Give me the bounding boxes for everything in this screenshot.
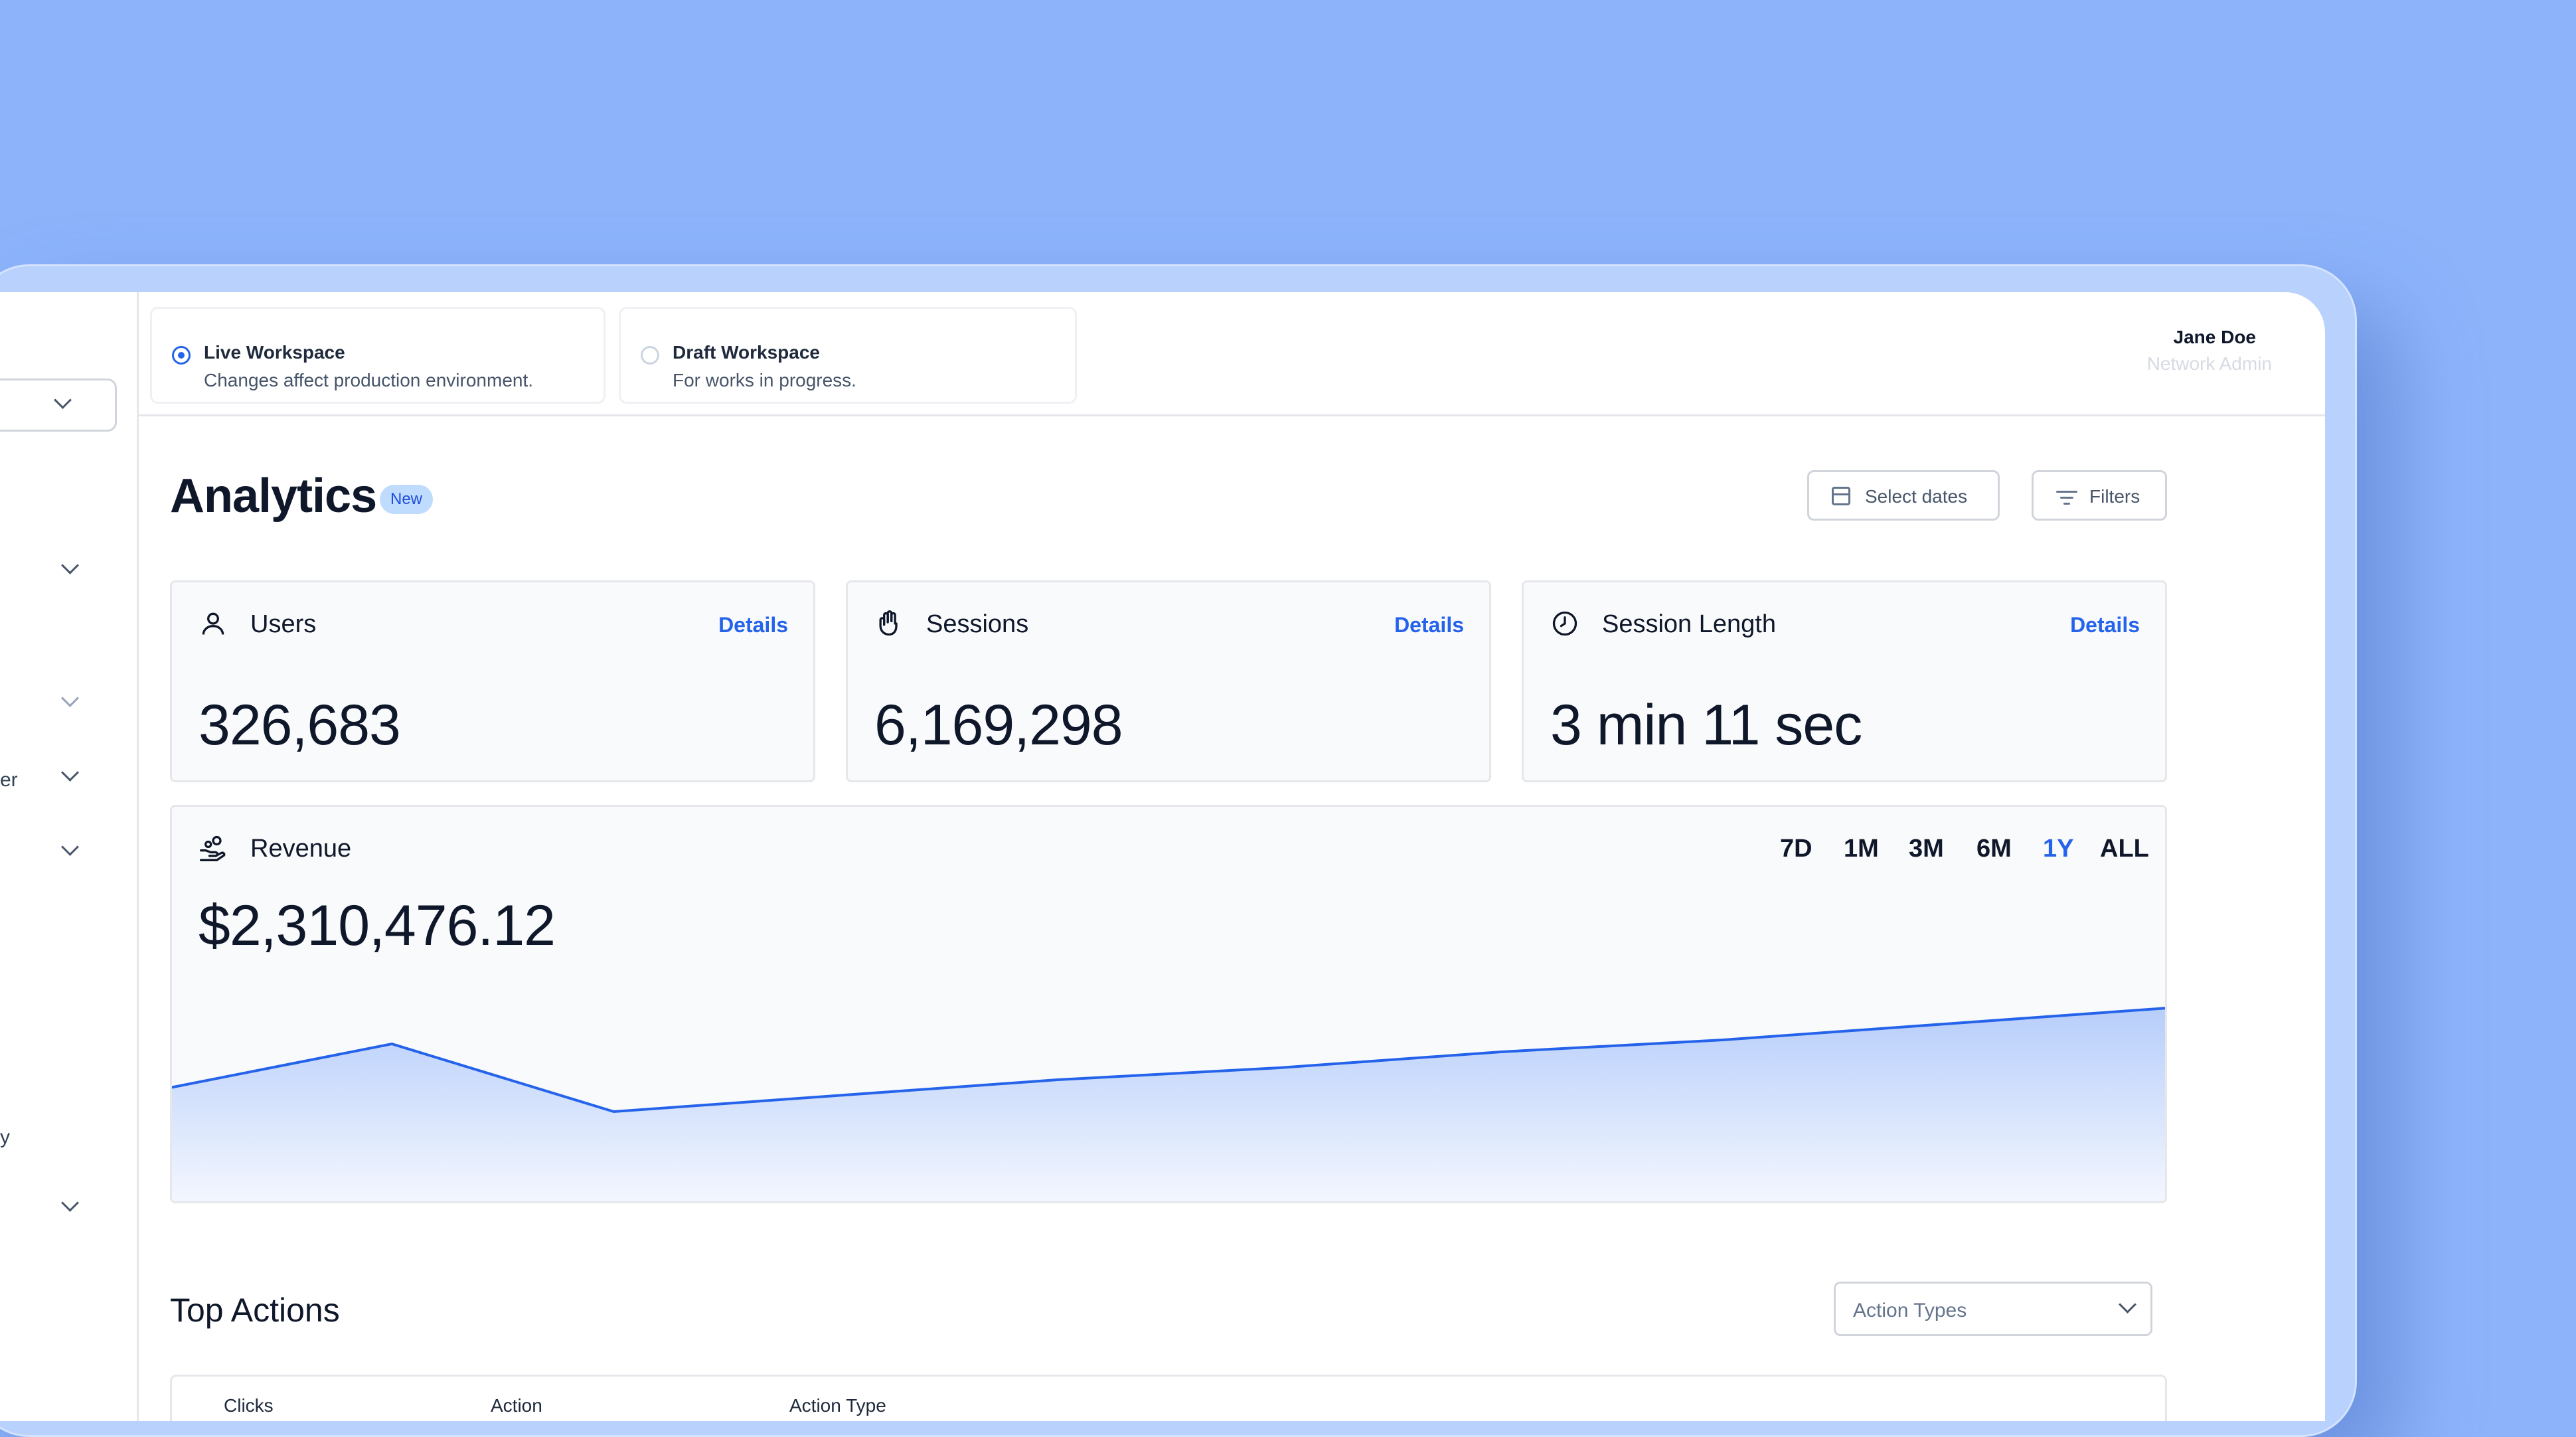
stat-value: 6,169,298 bbox=[874, 693, 1123, 757]
column-header-clicks[interactable]: Clicks bbox=[224, 1395, 274, 1416]
main-content: Analytics New Select dates Filters Users… bbox=[137, 414, 2325, 1421]
stat-value: 3 min 11 sec bbox=[1550, 693, 1862, 757]
workspace-option-draft[interactable]: Draft Workspace For works in progress. bbox=[619, 307, 1077, 404]
chevron-down-icon[interactable] bbox=[61, 838, 79, 856]
stat-card-session-length: Session Length Details 3 min 11 sec bbox=[1522, 580, 2167, 782]
revenue-chart bbox=[172, 1007, 2165, 1201]
column-header-action[interactable]: Action bbox=[491, 1395, 542, 1416]
details-link[interactable]: Details bbox=[2070, 613, 2140, 637]
column-header-action-type[interactable]: Action Type bbox=[789, 1395, 886, 1416]
top-actions-title: Top Actions bbox=[170, 1292, 340, 1329]
user-role: Network Admin bbox=[2146, 353, 2272, 374]
select-dates-label: Select dates bbox=[1865, 486, 1968, 507]
radio-selected-icon[interactable] bbox=[172, 346, 191, 365]
sidebar: er y bbox=[0, 292, 139, 1421]
calendar-icon bbox=[1832, 487, 1850, 505]
sidebar-item-label[interactable]: y bbox=[0, 1126, 10, 1149]
chevron-down-icon[interactable] bbox=[61, 689, 79, 707]
new-badge: New bbox=[380, 485, 434, 514]
stat-label: Users bbox=[250, 610, 317, 638]
revenue-card: Revenue $2,310,476.12 7D 1M 3M 6M 1Y ALL bbox=[170, 805, 2167, 1203]
radio-unselected-icon[interactable] bbox=[641, 346, 659, 365]
clock-icon bbox=[1552, 611, 1577, 636]
chevron-down-icon[interactable] bbox=[61, 556, 79, 574]
sidebar-item-label[interactable]: er bbox=[0, 769, 18, 792]
workspace-option-live[interactable]: Live Workspace Changes affect production… bbox=[150, 307, 605, 404]
user-icon bbox=[202, 612, 224, 635]
chevron-down-icon[interactable] bbox=[61, 1194, 79, 1212]
stat-value: 326,683 bbox=[199, 693, 401, 757]
sidebar-select[interactable] bbox=[0, 379, 117, 432]
header: Live Workspace Changes affect production… bbox=[137, 292, 2325, 416]
stat-card-sessions: Sessions Details 6,169,298 bbox=[846, 580, 1491, 782]
top-actions-table: Clicks Action Action Type bbox=[170, 1375, 2167, 1421]
chevron-down-icon[interactable] bbox=[61, 764, 79, 782]
filters-label: Filters bbox=[2089, 486, 2140, 507]
workspace-title: Draft Workspace bbox=[673, 342, 821, 363]
filter-icon bbox=[2056, 489, 2077, 507]
select-dates-button[interactable]: Select dates bbox=[1807, 470, 2000, 521]
stat-label: Sessions bbox=[926, 610, 1029, 638]
action-types-dropdown[interactable]: Action Types bbox=[1834, 1282, 2152, 1336]
user-name[interactable]: Jane Doe bbox=[2174, 327, 2257, 348]
filters-button[interactable]: Filters bbox=[2032, 470, 2167, 521]
stat-label: Session Length bbox=[1602, 610, 1776, 638]
details-link[interactable]: Details bbox=[718, 613, 788, 637]
chevron-down-icon bbox=[54, 391, 72, 409]
stat-card-users: Users Details 326,683 bbox=[170, 580, 815, 782]
details-link[interactable]: Details bbox=[1394, 613, 1464, 637]
hand-icon bbox=[879, 610, 898, 636]
chevron-down-icon bbox=[2119, 1296, 2136, 1313]
workspace-title: Live Workspace bbox=[204, 342, 345, 363]
page-title: Analytics bbox=[170, 469, 377, 523]
workspace-description: For works in progress. bbox=[673, 370, 856, 390]
action-types-label: Action Types bbox=[1853, 1300, 1967, 1321]
app-window: er y Live Workspace Changes affect produ… bbox=[0, 292, 2325, 1421]
revenue-area bbox=[172, 1008, 2165, 1201]
workspace-description: Changes affect production environment. bbox=[204, 370, 534, 390]
